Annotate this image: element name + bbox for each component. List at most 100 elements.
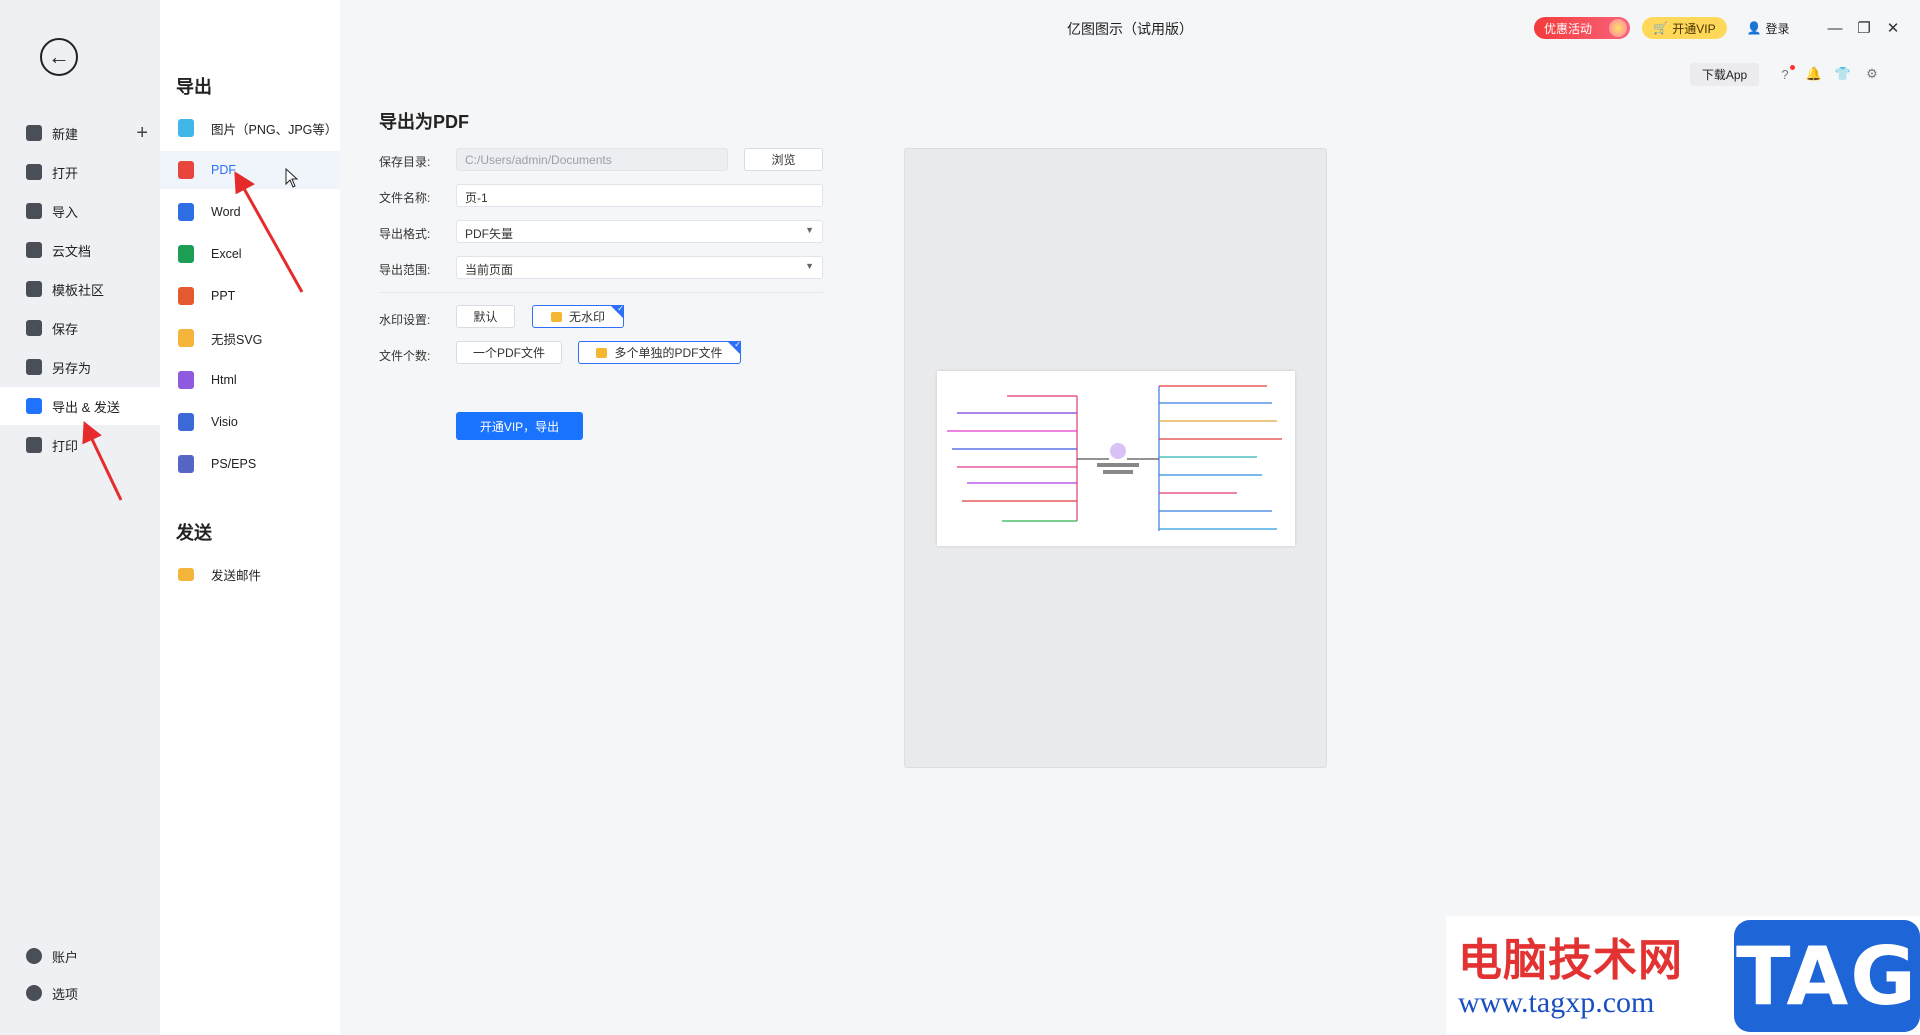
export-type-pdf[interactable]: PDF <box>160 151 340 189</box>
ps-file-icon <box>178 455 194 473</box>
filename-field[interactable]: 页-1 <box>456 184 823 207</box>
export-type-label: Html <box>211 373 237 387</box>
mindmap-preview-image <box>947 385 1282 531</box>
plus-icon[interactable]: + <box>136 122 148 145</box>
main-area: 亿图图示（试用版） 优惠活动 🛒 开通VIP 👤 登录 — ❐ ✕ 下载App … <box>340 0 1920 1035</box>
nav-item-label: 另存为 <box>52 360 92 376</box>
login-label: 登录 <box>1765 21 1790 36</box>
nav-item-label: 导入 <box>52 204 79 220</box>
nav-item-cloud[interactable]: 云文档 <box>0 231 160 269</box>
gift-icon <box>1609 19 1627 37</box>
export-icon <box>26 398 42 414</box>
vip-export-button[interactable]: 开通VIP，导出 <box>456 412 583 440</box>
settings-icon[interactable]: ⚙ <box>1861 64 1883 84</box>
nav-item-new[interactable]: 新建 + <box>0 114 160 152</box>
nav-item-save-as[interactable]: 另存为 <box>0 348 160 386</box>
watermark-text: 电脑技术网 <box>1458 935 1683 986</box>
watermark-default-button[interactable]: 默认 <box>456 305 515 328</box>
send-email[interactable]: 发送邮件 <box>160 555 340 593</box>
export-type-word[interactable]: Word <box>160 193 340 231</box>
cart-icon: 🛒 <box>1653 21 1669 35</box>
folder-icon <box>26 164 42 180</box>
visio-file-icon <box>178 413 194 431</box>
nav-item-label: 新建 <box>52 126 79 142</box>
range-select[interactable]: 当前页面 ▼ <box>456 256 823 279</box>
mouse-cursor-icon <box>285 168 299 188</box>
excel-file-icon <box>178 245 194 263</box>
nav-item-label: 打印 <box>52 438 79 454</box>
nav-item-templates[interactable]: 模板社区 <box>0 270 160 308</box>
export-type-label: PPT <box>211 289 236 303</box>
nav-item-print[interactable]: 打印 <box>0 426 160 464</box>
shirt-icon[interactable]: 👕 <box>1832 64 1854 84</box>
save-as-icon <box>26 359 42 375</box>
dir-field: C:/Users/admin/Documents <box>456 148 728 171</box>
export-type-image[interactable]: 图片（PNG、JPG等） <box>160 109 340 147</box>
nav-item-label: 云文档 <box>52 243 92 259</box>
export-type-excel[interactable]: Excel <box>160 235 340 273</box>
count-multi-label: 多个单独的PDF文件 <box>614 346 723 360</box>
pdf-file-icon <box>178 161 194 179</box>
close-icon[interactable]: ✕ <box>1881 16 1905 40</box>
login-button[interactable]: 👤 登录 <box>1740 17 1796 39</box>
check-icon <box>727 340 741 355</box>
restore-icon[interactable]: ❐ <box>1852 16 1876 40</box>
download-app-button[interactable]: 下载App <box>1690 63 1759 86</box>
print-icon <box>26 437 42 453</box>
export-type-html[interactable]: Html <box>160 361 340 399</box>
vip-button[interactable]: 🛒 开通VIP <box>1642 17 1727 39</box>
export-type-label: 无损SVG <box>211 332 263 347</box>
name-label: 文件名称: <box>379 191 431 205</box>
watermark-tag-logo: TAG <box>1734 920 1920 1032</box>
account-icon <box>26 948 42 964</box>
format-select[interactable]: PDF矢量 ▼ <box>456 220 823 243</box>
vip-label: 开通VIP <box>1672 21 1716 36</box>
bell-icon[interactable]: 🔔 <box>1803 64 1825 84</box>
divider <box>379 292 823 293</box>
minimize-icon[interactable]: — <box>1823 16 1847 40</box>
promo-button[interactable]: 优惠活动 <box>1534 17 1630 39</box>
cloud-icon <box>26 242 42 258</box>
export-type-label: 图片（PNG、JPG等） <box>211 122 338 137</box>
crown-icon <box>550 311 562 322</box>
preview-panel <box>904 148 1327 768</box>
browse-button[interactable]: 浏览 <box>744 148 823 171</box>
crown-icon <box>596 347 608 358</box>
nav-item-export-send[interactable]: 导出 & 发送 <box>0 387 160 425</box>
range-label: 导出范围: <box>379 263 431 277</box>
ppt-file-icon <box>178 287 194 305</box>
plus-square-icon <box>26 125 42 141</box>
site-watermark: 电脑技术网 www.tagxp.com TAG <box>1446 916 1920 1035</box>
watermark-none-button[interactable]: 无水印 <box>532 304 624 328</box>
dir-label: 保存目录: <box>379 155 431 169</box>
mail-icon <box>178 567 194 581</box>
nav-item-label: 保存 <box>52 321 79 337</box>
export-type-ppt[interactable]: PPT <box>160 277 340 315</box>
html-file-icon <box>178 371 194 389</box>
nav-item-open[interactable]: 打开 <box>0 153 160 191</box>
export-type-visio[interactable]: Visio <box>160 403 340 441</box>
nav-item-import[interactable]: 导入 <box>0 192 160 230</box>
count-one-button[interactable]: 一个PDF文件 <box>456 341 562 364</box>
preview-thumbnail <box>937 371 1295 546</box>
help-icon[interactable]: ? <box>1774 64 1796 84</box>
image-file-icon <box>178 119 194 137</box>
nav-item-account[interactable]: 账户 <box>0 937 160 975</box>
export-type-label: Word <box>211 205 241 219</box>
export-type-label: PS/EPS <box>211 457 257 471</box>
count-multi-button[interactable]: 多个单独的PDF文件 <box>578 340 741 364</box>
nav-item-save[interactable]: 保存 <box>0 309 160 347</box>
export-type-label: PDF <box>211 163 236 177</box>
send-section-title: 发送 <box>176 523 212 543</box>
nav-item-options[interactable]: 选项 <box>0 974 160 1012</box>
back-arrow-icon[interactable]: ← <box>40 38 78 76</box>
export-type-svg[interactable]: 无损SVG <box>160 319 340 357</box>
nav-item-label: 导出 & 发送 <box>52 399 120 415</box>
gear-icon <box>26 985 42 1001</box>
watermark-none-label: 无水印 <box>568 310 605 324</box>
nav-item-label: 选项 <box>52 986 79 1002</box>
count-label: 文件个数: <box>379 349 431 363</box>
filename-value: 页-1 <box>465 191 488 205</box>
export-type-pseps[interactable]: PS/EPS <box>160 445 340 483</box>
form-title: 导出为PDF <box>379 112 469 132</box>
